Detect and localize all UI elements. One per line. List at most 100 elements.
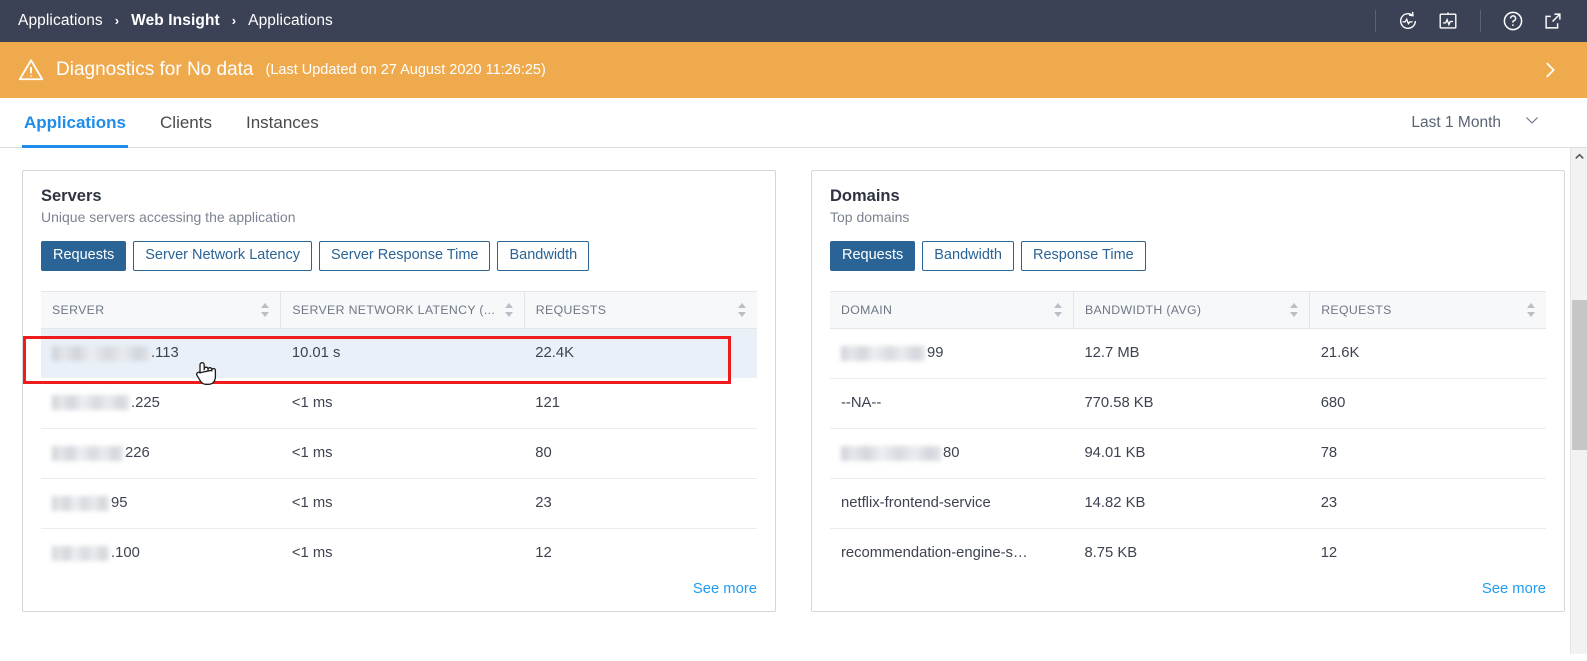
redacted-text <box>52 495 109 511</box>
top-icon-group <box>1363 6 1573 36</box>
banner-timestamp: (Last Updated on 27 August 2020 11:26:25… <box>265 62 546 78</box>
servers-metric-buttons: Requests Server Network Latency Server R… <box>41 241 757 271</box>
redacted-text <box>52 545 109 561</box>
servers-button-requests[interactable]: Requests <box>41 241 127 271</box>
cell-bandwidth: 770.58 KB <box>1073 378 1310 429</box>
column-header-requests[interactable]: REQUESTS <box>524 290 757 329</box>
banner-title: Diagnostics for No data <box>56 59 254 80</box>
column-label: BANDWIDTH (AVG) <box>1084 302 1202 317</box>
cell-requests: 78 <box>1309 428 1546 479</box>
warning-triangle-icon <box>14 53 48 87</box>
domains-see-more-link[interactable]: See more <box>1482 581 1546 597</box>
sort-icon[interactable] <box>1053 302 1063 318</box>
cell-domain: --NA-- <box>830 378 1074 429</box>
column-label: DOMAIN <box>841 302 893 317</box>
table-row[interactable]: netflix-frontend-service 14.82 KB 23 <box>830 478 1546 529</box>
domains-button-bandwidth[interactable]: Bandwidth <box>922 241 1014 271</box>
breadcrumb-separator-icon: › <box>114 12 120 28</box>
cell-latency: <1 ms <box>280 378 525 429</box>
table-row[interactable]: 95 <1 ms 23 <box>41 478 757 529</box>
sort-icon[interactable] <box>738 302 747 318</box>
cell-requests: 23 <box>1309 478 1546 529</box>
sort-icon[interactable] <box>261 302 270 318</box>
breadcrumb-item-2[interactable]: Web Insight <box>131 12 220 30</box>
top-breadcrumb-bar: Applications › Web Insight › Application… <box>0 0 1587 42</box>
cell-bandwidth: 8.75 KB <box>1084 545 1138 562</box>
table-row[interactable]: 80 94.01 KB 78 <box>830 428 1546 479</box>
breadcrumb-item-3[interactable]: Applications <box>248 12 333 30</box>
table-row[interactable]: --NA-- 770.58 KB 680 <box>830 378 1546 429</box>
server-name: 95 <box>111 495 128 512</box>
cell-domain: 80 <box>830 428 1074 479</box>
domain-name: netflix-frontend-service <box>841 495 991 512</box>
vertical-scrollbar[interactable] <box>1570 148 1587 654</box>
sort-icon[interactable] <box>504 302 514 318</box>
domains-metric-buttons: Requests Bandwidth Response Time <box>830 241 1546 271</box>
external-link-icon[interactable] <box>1538 6 1568 36</box>
cell-domain: recommendation-engine-s… <box>830 528 1073 578</box>
sort-icon[interactable] <box>1527 302 1536 318</box>
domains-button-response-time[interactable]: Response Time <box>1020 241 1146 271</box>
domains-card-subtitle: Top domains <box>830 209 910 225</box>
chevron-down-icon[interactable] <box>1523 111 1541 134</box>
domain-name: recommendation-engine-s… <box>841 545 1028 562</box>
help-icon[interactable] <box>1498 6 1528 36</box>
cell-requests: 12 <box>1320 545 1338 562</box>
servers-card: Servers Unique servers accessing the app… <box>22 170 776 612</box>
tab-applications[interactable]: Applications <box>22 98 129 148</box>
table-row[interactable]: recommendation-engine-s… 8.75 KB 12 <box>830 528 1546 578</box>
cell-requests: 12 <box>535 545 552 562</box>
divider <box>1375 10 1376 32</box>
scroll-up-arrow-icon[interactable] <box>1571 148 1587 165</box>
cell-bandwidth: 94.01 KB <box>1073 428 1310 479</box>
column-label: REQUESTS <box>1321 302 1392 317</box>
column-header-bandwidth-avg[interactable]: BANDWIDTH (AVG) <box>1073 290 1311 329</box>
time-range-selector[interactable]: Last 1 Month <box>1411 98 1569 147</box>
cell-server: .113 <box>41 328 281 379</box>
domains-button-requests[interactable]: Requests <box>830 241 916 271</box>
cell-requests: 22.4K <box>524 328 757 379</box>
breadcrumb-item-1[interactable]: Applications <box>18 12 103 30</box>
column-header-server[interactable]: SERVER <box>41 290 282 329</box>
domain-name: 99 <box>927 345 944 362</box>
chevron-right-icon[interactable] <box>1537 57 1563 83</box>
servers-button-bandwidth[interactable]: Bandwidth <box>497 241 590 271</box>
scrollbar-thumb[interactable] <box>1572 300 1587 450</box>
cell-latency: <1 ms <box>291 545 333 562</box>
table-row[interactable]: .100 <1 ms 12 <box>41 528 757 578</box>
servers-button-server-response-time[interactable]: Server Response Time <box>319 241 491 271</box>
servers-table: SERVER SERVER NETWORK LATENCY (... REQUE… <box>41 290 757 579</box>
servers-see-more-link[interactable]: See more <box>693 581 757 597</box>
cell-latency: <1 ms <box>280 428 525 479</box>
cell-server: 95 <box>41 478 281 529</box>
chart-box-icon[interactable] <box>1433 6 1463 36</box>
cell-requests: 121 <box>524 378 757 429</box>
cell-requests: 23 <box>524 478 757 529</box>
column-header-requests[interactable]: REQUESTS <box>1309 290 1546 329</box>
sort-icon[interactable] <box>1290 302 1299 318</box>
column-label: REQUESTS <box>535 302 607 317</box>
server-name: 226 <box>125 445 150 462</box>
diagnostics-banner[interactable]: Diagnostics for No data (Last Updated on… <box>0 42 1587 98</box>
column-header-server-network-latency[interactable]: SERVER NETWORK LATENCY (... <box>280 290 525 329</box>
domains-card: Domains Top domains Requests Bandwidth R… <box>811 170 1565 612</box>
redacted-text <box>52 395 129 411</box>
domains-card-title: Domains <box>830 187 900 205</box>
redacted-text <box>841 445 941 461</box>
table-row[interactable]: 99 12.7 MB 21.6K <box>830 328 1546 379</box>
table-row[interactable]: .113 10.01 s 22.4K <box>41 328 757 379</box>
tab-clients[interactable]: Clients <box>158 98 214 147</box>
tab-instances[interactable]: Instances <box>244 98 321 147</box>
refresh-pulse-icon[interactable] <box>1393 6 1423 36</box>
redacted-text <box>52 445 123 461</box>
table-header-row: DOMAIN BANDWIDTH (AVG) REQUESTS <box>830 290 1546 329</box>
column-header-domain[interactable]: DOMAIN <box>830 290 1074 329</box>
tab-list: Applications Clients Instances <box>22 98 321 148</box>
domain-name: 80 <box>943 445 960 462</box>
server-name: .100 <box>111 545 140 562</box>
table-row[interactable]: .225 <1 ms 121 <box>41 378 757 429</box>
table-row[interactable]: 226 <1 ms 80 <box>41 428 757 479</box>
servers-card-title: Servers <box>41 187 102 205</box>
servers-button-server-network-latency[interactable]: Server Network Latency <box>133 241 312 271</box>
